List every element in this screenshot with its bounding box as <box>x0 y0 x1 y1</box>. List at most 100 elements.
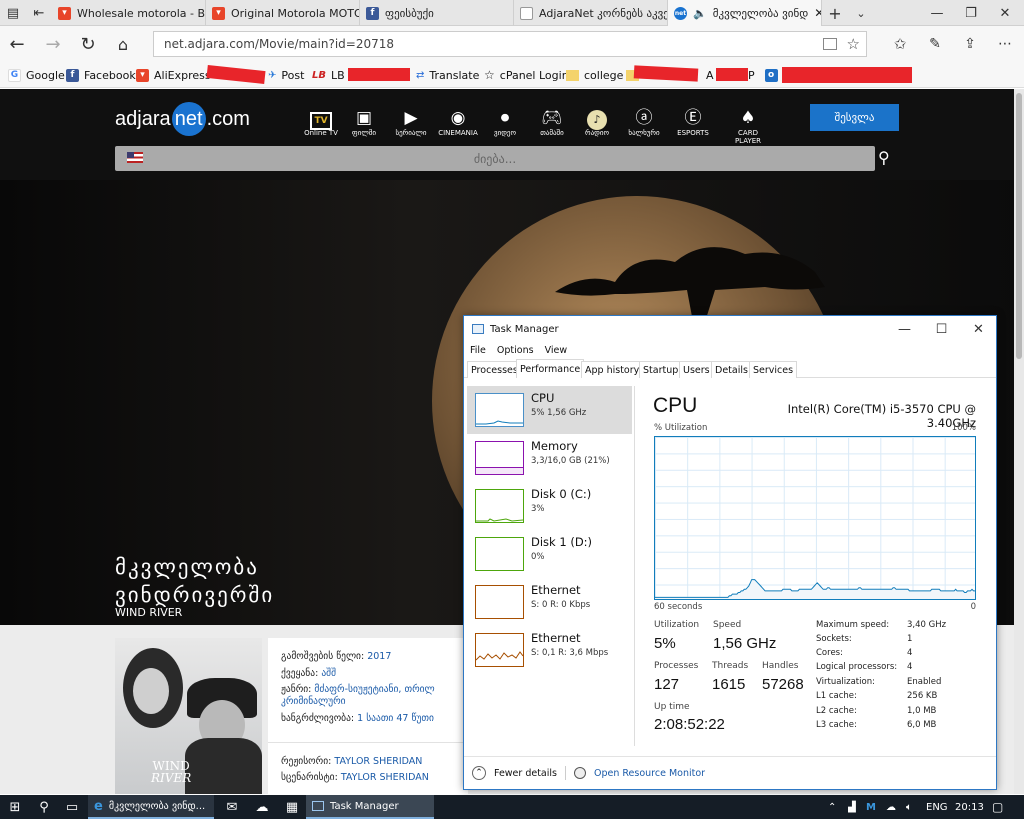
nav-card-player[interactable]: ♠ CARD PLAYER <box>726 107 770 145</box>
language-indicator[interactable]: ENG <box>926 795 948 819</box>
nav-video[interactable]: ⏺ ვიდეო <box>483 107 527 137</box>
nav-folk[interactable]: ⓐ ხალხური <box>622 107 666 137</box>
us-flag-icon[interactable] <box>127 152 143 163</box>
chevron-down-icon[interactable]: ⌄ <box>848 0 874 26</box>
favorite-item[interactable]: college <box>566 62 623 88</box>
browser-tab[interactable]: ▾ Wholesale motorola - Buy <box>52 0 206 26</box>
menu-view[interactable]: View <box>545 345 568 356</box>
resource-disk-1[interactable]: Disk 1 (D:) 0% <box>467 530 632 578</box>
detail-value[interactable]: TAYLOR SHERIDAN <box>334 756 422 767</box>
search-icon[interactable]: ⚲ <box>878 148 890 167</box>
favorite-item[interactable]: ▾ AliExpress <box>136 62 211 88</box>
resource-cpu[interactable]: CPU 5% 1,56 GHz <box>467 386 632 434</box>
windows-start-icon[interactable]: ⊞ <box>0 795 30 819</box>
resource-disk-0[interactable]: Disk 0 (C:) 3% <box>467 482 632 530</box>
tab-processes[interactable]: Processes <box>467 361 522 378</box>
favorite-item[interactable]: f Facebook <box>66 62 136 88</box>
detail-value[interactable]: მძაფრ-სიუჟეტიანი, თრილ <box>314 684 434 695</box>
forward-arrow-icon[interactable]: → <box>36 26 70 62</box>
calculator-icon[interactable]: ▦ <box>278 795 306 819</box>
nav-games[interactable]: 🎮︎ თამაში <box>530 107 574 137</box>
refresh-icon[interactable]: ↻ <box>71 26 105 62</box>
web-note-icon[interactable]: ✎ <box>918 26 952 62</box>
favorite-item[interactable]: LB LB <box>312 62 345 88</box>
favorite-item[interactable]: A <box>706 62 714 88</box>
favorite-item[interactable]: ✈ Post <box>268 62 304 88</box>
nav-cinemania[interactable]: ◉ CINEMANIA <box>436 107 480 137</box>
maximize-icon[interactable]: ☐ <box>923 316 960 342</box>
close-tab-icon[interactable]: ✕ <box>814 6 821 20</box>
login-button[interactable]: შესვლა <box>810 104 899 131</box>
detail-value[interactable]: TAYLOR SHERIDAN <box>341 772 429 783</box>
nav-esports[interactable]: Ⓔ ESPORTS <box>671 107 715 137</box>
nav-series[interactable]: ▶ სერიალი <box>389 107 433 137</box>
task-view-icon[interactable]: ▭ <box>58 795 86 819</box>
favorite-label: college <box>584 68 624 82</box>
tab-details[interactable]: Details <box>711 361 752 378</box>
detail-value[interactable]: 2017 <box>367 651 391 662</box>
fewer-details-link[interactable]: Fewer details <box>494 768 557 779</box>
detail-value[interactable]: აშშ <box>321 668 336 679</box>
clock[interactable]: 20:13 <box>955 795 984 819</box>
audio-playing-icon[interactable]: 🔈 <box>693 7 707 20</box>
home-icon[interactable]: ⌂ <box>106 26 140 62</box>
open-resource-monitor-link[interactable]: Open Resource Monitor <box>594 768 705 779</box>
favorite-item[interactable]: P o <box>748 62 778 88</box>
search-icon[interactable]: ⚲ <box>30 795 58 819</box>
onedrive-icon[interactable]: ☁ <box>248 795 276 819</box>
favorite-item[interactable]: G Google <box>8 62 65 88</box>
favorite-star-icon[interactable]: ☆ <box>847 35 860 53</box>
movie-poster[interactable]: WIND RIVER <box>115 638 262 794</box>
menu-options[interactable]: Options <box>497 345 534 356</box>
close-window-icon[interactable]: ✕ <box>960 316 997 342</box>
resource-ethernet-1[interactable]: Ethernet S: 0 R: 0 Kbps <box>467 578 632 626</box>
tab-performance[interactable]: Performance <box>516 359 585 378</box>
resource-memory[interactable]: Memory 3,3/16,0 GB (21%) <box>467 434 632 482</box>
menu-file[interactable]: File <box>470 345 486 356</box>
favorite-item[interactable]: ⇄ Translate <box>416 62 479 88</box>
chevron-up-icon[interactable]: ⌃ <box>472 766 486 780</box>
tab-preview-icon[interactable]: ▤ <box>0 0 26 26</box>
back-arrow-icon[interactable]: ← <box>0 26 34 62</box>
browser-tab[interactable]: AdjaraNet კორნებს აკვე <box>514 0 668 26</box>
panel-divider[interactable] <box>634 386 635 746</box>
favorite-item[interactable]: ☆ cPanel Login <box>484 62 569 88</box>
browser-tab[interactable]: f ფეისბუქი <box>360 0 514 26</box>
address-bar[interactable]: net.adjara.com/Movie/main?id=20718 ☆ <box>153 31 867 57</box>
network-icon[interactable]: ▟ <box>848 795 856 819</box>
tab-services[interactable]: Services <box>749 361 798 378</box>
tab-startup[interactable]: Startup <box>639 361 683 378</box>
minimize-icon[interactable]: — <box>920 0 954 26</box>
volume-icon[interactable]: 🔈︎ <box>906 795 912 819</box>
minimize-icon[interactable]: — <box>886 316 923 342</box>
close-window-icon[interactable]: ✕ <box>988 0 1022 26</box>
app-tray-icon[interactable]: M <box>866 795 876 819</box>
resource-ethernet-2[interactable]: Ethernet S: 0,1 R: 3,6 Mbps <box>467 626 632 674</box>
show-hidden-icons[interactable]: ⌃ <box>828 795 836 819</box>
mail-icon[interactable]: ✉ <box>218 795 246 819</box>
nav-radio[interactable]: ♪ რადიო <box>575 107 619 137</box>
share-icon[interactable]: ⇪ <box>953 26 987 62</box>
action-center-icon[interactable]: ▢ <box>992 795 1003 819</box>
nav-movies[interactable]: ▣ ფილმი <box>342 107 386 137</box>
taskbar-app-edge[interactable]: e მკვლელობა ვინდ... <box>88 795 214 819</box>
detail-value[interactable]: კრიმინალური <box>281 696 346 707</box>
cloud-tray-icon[interactable]: ☁ <box>886 795 896 819</box>
reading-view-icon[interactable] <box>822 38 837 50</box>
favorites-hub-icon[interactable]: ✩ <box>883 26 917 62</box>
site-logo[interactable]: adjara net .com <box>115 102 250 136</box>
new-tab-icon[interactable]: + <box>822 0 848 26</box>
browser-tab[interactable]: ▾ Original Motorola MOTO E <box>206 0 360 26</box>
browser-tab-active[interactable]: net 🔈 მკვლელობა ვინდ ✕ <box>668 0 822 26</box>
tab-users[interactable]: Users <box>679 361 714 378</box>
taskbar-app-taskmanager[interactable]: Task Manager <box>306 795 434 819</box>
scrollbar-thumb[interactable] <box>1016 93 1022 359</box>
page-scrollbar[interactable] <box>1014 89 1024 794</box>
tab-app-history[interactable]: App history <box>581 361 644 378</box>
restore-icon[interactable]: ❐ <box>954 0 988 26</box>
nav-label: CARD PLAYER <box>734 129 762 145</box>
more-menu-icon[interactable]: ⋯ <box>988 26 1022 62</box>
set-aside-tabs-icon[interactable]: ⇤ <box>26 0 52 26</box>
site-search-input[interactable]: ძიება... <box>115 146 875 171</box>
nav-online-tv[interactable]: TV Online TV <box>299 107 343 137</box>
